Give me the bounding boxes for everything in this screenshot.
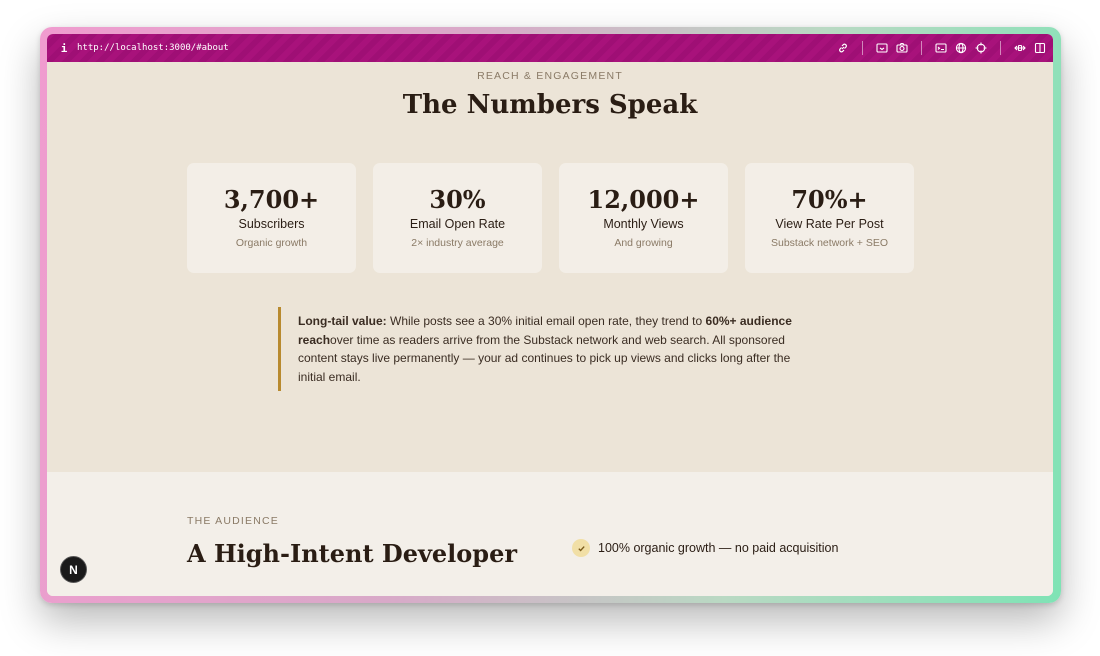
screenshot-area-icon[interactable] xyxy=(875,41,889,55)
globe-icon[interactable] xyxy=(954,41,968,55)
check-icon xyxy=(572,539,590,557)
check-item-text: 100% organic growth — no paid acquisitio… xyxy=(598,541,839,555)
reach-section: REACH & ENGAGEMENT The Numbers Speak 3,7… xyxy=(47,62,1053,472)
reach-eyebrow: REACH & ENGAGEMENT xyxy=(477,70,623,82)
callout-lead: Long-tail value: xyxy=(298,314,387,328)
resize-arrows-icon[interactable] xyxy=(1013,41,1027,55)
stat-label: Monthly Views xyxy=(603,217,684,231)
crosshair-icon[interactable] xyxy=(974,41,988,55)
browser-window: i http://localhost:3000/#about REACH & E… xyxy=(47,34,1053,596)
terminal-icon[interactable] xyxy=(934,41,948,55)
stat-card-subscribers: 3,700+ Subscribers Organic growth xyxy=(187,163,356,273)
stat-label: View Rate Per Post xyxy=(775,217,884,231)
stat-value: 3,700+ xyxy=(223,185,320,214)
reach-title: The Numbers Speak xyxy=(402,90,698,120)
long-tail-callout: Long-tail value: While posts see a 30% i… xyxy=(278,307,818,391)
info-icon[interactable]: i xyxy=(57,42,71,55)
stat-label: Subscribers xyxy=(238,217,305,231)
stat-value: 30% xyxy=(429,185,486,214)
link-icon[interactable] xyxy=(836,41,850,55)
audience-eyebrow: THE AUDIENCE xyxy=(187,515,279,527)
stat-subtext: Substack network + SEO xyxy=(770,237,888,249)
stat-value: 12,000+ xyxy=(587,185,700,214)
toolbar-icons xyxy=(830,34,1047,62)
stat-label: Email Open Rate xyxy=(409,217,506,231)
callout-text-1: While posts see a 30% initial email open… xyxy=(386,314,706,328)
audience-section: THE AUDIENCE A High-Intent Developer 100… xyxy=(47,472,1053,596)
window-frame: i http://localhost:3000/#about REACH & E… xyxy=(40,27,1061,603)
stat-card-view-rate: 70%+ View Rate Per Post Substack network… xyxy=(745,163,914,273)
toolbar-divider xyxy=(1000,41,1001,55)
url-display[interactable]: http://localhost:3000/#about xyxy=(77,43,229,53)
sidebar-icon[interactable] xyxy=(1033,41,1047,55)
nextjs-dev-badge[interactable]: N xyxy=(60,556,87,583)
stat-subtext: 2× industry average xyxy=(411,237,504,249)
callout-text-2: over time as readers arrive from the Sub… xyxy=(298,332,791,384)
stat-subtext: And growing xyxy=(614,237,673,249)
dev-toolbar: i http://localhost:3000/#about xyxy=(47,34,1053,62)
stat-subtext: Organic growth xyxy=(235,237,308,249)
audience-check-item: 100% organic growth — no paid acquisitio… xyxy=(572,539,838,557)
stat-card-monthly-views: 12,000+ Monthly Views And growing xyxy=(559,163,728,273)
stat-value: 70%+ xyxy=(791,185,868,214)
toolbar-divider xyxy=(921,41,922,55)
toolbar-divider xyxy=(862,41,863,55)
audience-title: A High-Intent Developer xyxy=(187,539,517,568)
stat-card-open-rate: 30% Email Open Rate 2× industry average xyxy=(373,163,542,273)
camera-icon[interactable] xyxy=(895,41,909,55)
